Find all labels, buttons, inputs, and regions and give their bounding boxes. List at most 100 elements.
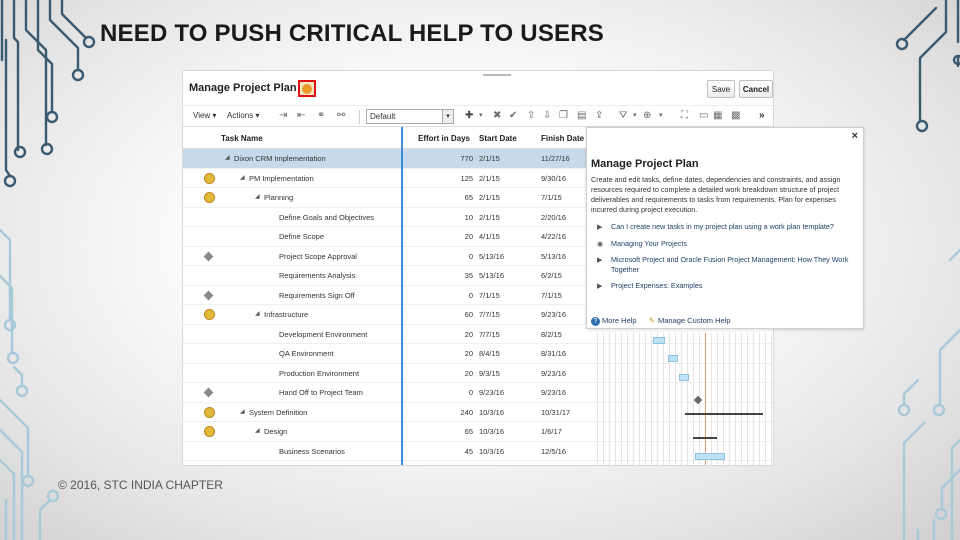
view-select[interactable]: Default ▾ xyxy=(366,109,454,124)
effort-cell: 125 xyxy=(460,173,473,183)
task-name-cell[interactable]: Requirements Sign Off xyxy=(279,291,355,300)
gantt-gridline xyxy=(663,333,664,465)
task-name-cell[interactable]: System Definition xyxy=(249,408,307,417)
outdent-icon[interactable]: ⇤ xyxy=(297,111,305,121)
timeline-icon[interactable]: ▭ xyxy=(699,111,708,121)
checkmark-icon[interactable]: ✔ xyxy=(509,111,517,121)
gantt-bar[interactable] xyxy=(695,453,725,460)
task-name-cell[interactable]: Hand Off to Project Team xyxy=(279,388,363,397)
grid-icon[interactable]: ▦ xyxy=(713,111,722,121)
column-start-date[interactable]: Start Date xyxy=(479,134,517,143)
gantt-bar[interactable] xyxy=(653,337,665,344)
task-name-cell[interactable]: Requirements Analysis xyxy=(279,271,355,280)
column-task-name[interactable]: Task Name xyxy=(221,134,263,143)
gantt-gridline xyxy=(753,333,754,465)
gantt-gridline xyxy=(657,333,658,465)
export-icon[interactable]: ⇪ xyxy=(595,111,603,121)
task-name-cell[interactable]: Development Environment xyxy=(279,330,367,339)
column-finish-date[interactable]: Finish Date xyxy=(541,134,584,143)
link-icon[interactable]: ⚭ xyxy=(317,111,325,121)
play-icon: ▶ xyxy=(597,283,603,290)
document-icon[interactable]: ▤ xyxy=(577,111,586,121)
start-date-cell: 7/7/15 xyxy=(479,329,500,339)
expand-collapse-icon[interactable]: ◢ xyxy=(255,310,260,317)
task-name-cell[interactable]: Design xyxy=(264,427,287,436)
effort-cell: 770 xyxy=(460,154,473,163)
column-effort[interactable]: Effort in Days xyxy=(418,134,470,143)
fit-icon[interactable]: ⛶ xyxy=(681,111,688,121)
move-up-icon[interactable]: ⇧ xyxy=(527,111,535,121)
filter-dropdown-icon[interactable]: ▾ xyxy=(633,111,637,121)
task-name-cell[interactable]: QA Environment xyxy=(279,349,334,358)
help-link-label: Managing Your Projects xyxy=(611,238,687,248)
task-name-cell[interactable]: Dixon CRM Implementation xyxy=(234,154,326,163)
add-icon[interactable]: ✚ xyxy=(465,111,473,121)
add-dropdown-icon[interactable]: ▾ xyxy=(479,111,483,121)
cancel-button[interactable]: Cancel xyxy=(739,80,773,98)
more-help-link[interactable]: ? More Help xyxy=(591,316,637,326)
save-button[interactable]: Save xyxy=(707,80,735,98)
column-splitter[interactable] xyxy=(401,127,403,465)
task-name-cell[interactable]: Production Environment xyxy=(279,369,359,378)
status-icon xyxy=(204,426,215,437)
effort-cell: 20 xyxy=(464,232,473,241)
help-link[interactable]: ▶ Microsoft Project and Oracle Fusion Pro… xyxy=(595,255,857,274)
drag-handle[interactable] xyxy=(483,74,511,76)
overflow-chevron-icon[interactable]: » xyxy=(759,111,765,121)
task-name-cell[interactable]: Define Scope xyxy=(279,232,324,241)
move-down-icon[interactable]: ⇩ xyxy=(543,111,551,121)
manage-custom-help-link[interactable]: ✎ Manage Custom Help xyxy=(649,316,731,325)
help-link[interactable]: ◉ Managing Your Projects xyxy=(595,239,857,249)
unlink-icon[interactable]: ⚯ xyxy=(337,111,345,121)
close-icon[interactable]: × xyxy=(852,130,858,142)
expand-collapse-icon[interactable]: ◢ xyxy=(240,408,245,415)
view-menu[interactable]: View ▾ xyxy=(193,111,216,120)
expand-collapse-icon[interactable]: ◢ xyxy=(240,174,245,181)
task-name-cell[interactable]: PM Implementation xyxy=(249,174,314,183)
task-name-cell[interactable]: Project Scope Approval xyxy=(279,252,357,261)
help-link[interactable]: ▶ Project Expenses: Examples xyxy=(595,281,857,291)
gantt-bar[interactable] xyxy=(668,355,678,362)
gantt-summary-bar[interactable] xyxy=(693,437,717,439)
gantt-summary-bar[interactable] xyxy=(685,413,763,415)
manage-custom-help-label: Manage Custom Help xyxy=(658,316,731,325)
effort-cell: 65 xyxy=(464,193,473,202)
gantt-gridline xyxy=(609,333,610,465)
task-name-cell[interactable]: Planning xyxy=(264,193,293,202)
zoom-dropdown-icon[interactable]: ▾ xyxy=(659,111,663,121)
actions-menu[interactable]: Actions ▾ xyxy=(227,111,259,120)
help-icon-button[interactable] xyxy=(298,80,316,97)
finish-date-cell: 1/6/17 xyxy=(541,427,562,436)
view-select-value: Default xyxy=(370,112,396,121)
slide-footer: © 2016, STC INDIA CHAPTER xyxy=(58,478,223,492)
play-icon: ▶ xyxy=(597,257,603,264)
effort-cell: 45 xyxy=(464,446,473,456)
help-link[interactable]: ▶ Can I create new tasks in my project pl… xyxy=(595,222,857,232)
help-popup: × Manage Project Plan Create and edit ta… xyxy=(586,127,864,329)
copy-icon[interactable]: ❐ xyxy=(559,111,568,121)
video-icon: ◉ xyxy=(597,240,604,248)
task-name-cell[interactable]: Define Goals and Objectives xyxy=(279,213,374,222)
finish-date-cell: 9/23/16 xyxy=(541,368,567,378)
zoom-in-icon[interactable]: ⊕ xyxy=(643,111,651,121)
filter-icon[interactable]: ⛛ xyxy=(619,111,627,121)
calendar-icon[interactable]: ▩ xyxy=(731,111,740,121)
finish-date-cell: 4/22/16 xyxy=(541,232,567,241)
help-links: ▶ Can I create new tasks in my project pl… xyxy=(595,222,857,298)
expand-collapse-icon[interactable]: ◢ xyxy=(255,427,260,434)
gantt-bar[interactable] xyxy=(679,374,689,381)
task-name-cell[interactable]: Business Scenarios xyxy=(279,447,345,456)
finish-date-cell: 9/23/16 xyxy=(541,388,567,397)
expand-collapse-icon[interactable]: ◢ xyxy=(255,193,260,200)
gantt-gridline xyxy=(765,333,766,465)
indent-icon[interactable]: ⇥ xyxy=(279,111,287,121)
task-name-cell[interactable]: Infrastructure xyxy=(264,310,308,319)
expand-collapse-icon[interactable]: ◢ xyxy=(225,154,230,161)
milestone-icon xyxy=(203,290,214,300)
question-icon: ? xyxy=(591,317,600,326)
delete-icon[interactable]: ✖ xyxy=(493,111,501,121)
pencil-icon: ✎ xyxy=(648,316,655,325)
help-icon xyxy=(302,83,312,94)
gantt-milestone[interactable] xyxy=(693,395,703,405)
view-menu-label: View xyxy=(193,111,211,120)
